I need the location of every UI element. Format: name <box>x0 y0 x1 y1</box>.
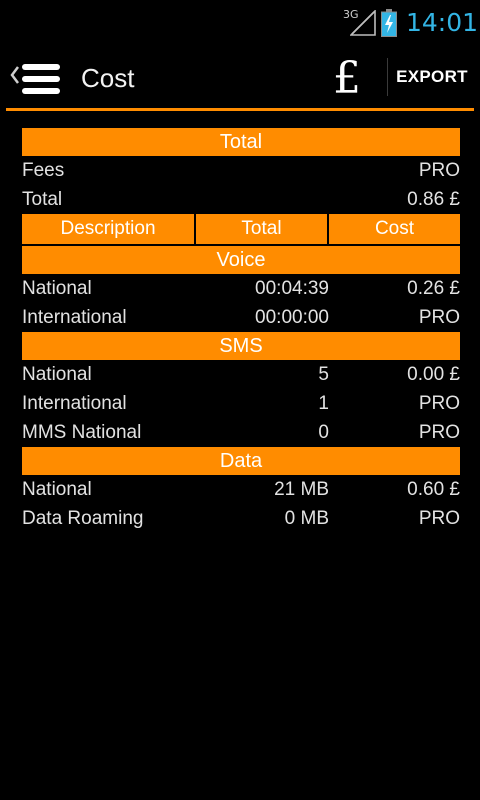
pound-icon: £ <box>333 52 361 104</box>
row-description: Data Roaming <box>22 508 144 529</box>
row-cost: PRO <box>418 307 460 328</box>
row-total: 0 MB <box>284 508 329 529</box>
summary-value: 0.86 £ <box>407 188 460 210</box>
summary-label: Total <box>22 188 63 210</box>
row-total: 00:04:39 <box>255 278 329 299</box>
column-header-cost: Cost <box>329 214 460 244</box>
battery-charging-icon <box>381 9 397 37</box>
action-divider <box>387 58 388 96</box>
row-description: National <box>22 278 92 299</box>
summary-header: Total <box>22 128 460 156</box>
row-total: 5 <box>318 364 329 385</box>
row-cost: 0.26 £ <box>407 278 460 299</box>
row-description: International <box>22 393 127 414</box>
column-header-total: Total <box>196 214 327 244</box>
row-cost: 0.00 £ <box>407 364 460 385</box>
summary-value: PRO <box>418 159 460 181</box>
export-button[interactable]: EXPORT <box>392 54 472 100</box>
summary-row-fees: Fees PRO <box>22 156 460 185</box>
row-description: MMS National <box>22 422 142 443</box>
table-row: MMS National 0 PRO <box>22 418 460 447</box>
row-total: 0 <box>318 422 329 443</box>
table-row: National 00:04:39 0.26 £ <box>22 274 460 303</box>
page-title: Cost <box>81 63 135 93</box>
status-bar: 3G 14:01 <box>0 0 480 48</box>
action-bar-underline <box>6 108 474 111</box>
up-caret-icon[interactable] <box>10 64 20 86</box>
row-total: 1 <box>318 393 329 414</box>
row-cost: PRO <box>418 422 460 443</box>
action-bar: Cost £ EXPORT <box>0 48 480 108</box>
section-header-sms: SMS <box>22 332 460 360</box>
row-total: 21 MB <box>274 479 329 500</box>
row-cost: PRO <box>418 393 460 414</box>
row-description: National <box>22 364 92 385</box>
table-row: Data Roaming 0 MB PRO <box>22 504 460 533</box>
row-description: National <box>22 479 92 500</box>
row-cost: 0.60 £ <box>407 479 460 500</box>
table-row: International 1 PRO <box>22 389 460 418</box>
row-cost: PRO <box>418 508 460 529</box>
clock: 14:01 <box>406 8 479 37</box>
column-headers: Description Total Cost <box>22 214 460 244</box>
row-total: 00:00:00 <box>255 307 329 328</box>
section-header-voice: Voice <box>22 246 460 274</box>
column-header-description: Description <box>22 214 194 244</box>
summary-label: Fees <box>22 159 65 181</box>
table-row: International 00:00:00 PRO <box>22 303 460 332</box>
summary-row-total: Total 0.86 £ <box>22 185 460 214</box>
signal-icon <box>350 10 376 36</box>
table-row: National 5 0.00 £ <box>22 360 460 389</box>
row-description: International <box>22 307 127 328</box>
menu-icon[interactable] <box>22 64 60 94</box>
currency-button[interactable]: £ <box>325 50 369 106</box>
cost-table: Total Fees PRO Total 0.86 £ Description … <box>22 128 460 533</box>
section-header-data: Data <box>22 447 460 475</box>
table-row: National 21 MB 0.60 £ <box>22 475 460 504</box>
